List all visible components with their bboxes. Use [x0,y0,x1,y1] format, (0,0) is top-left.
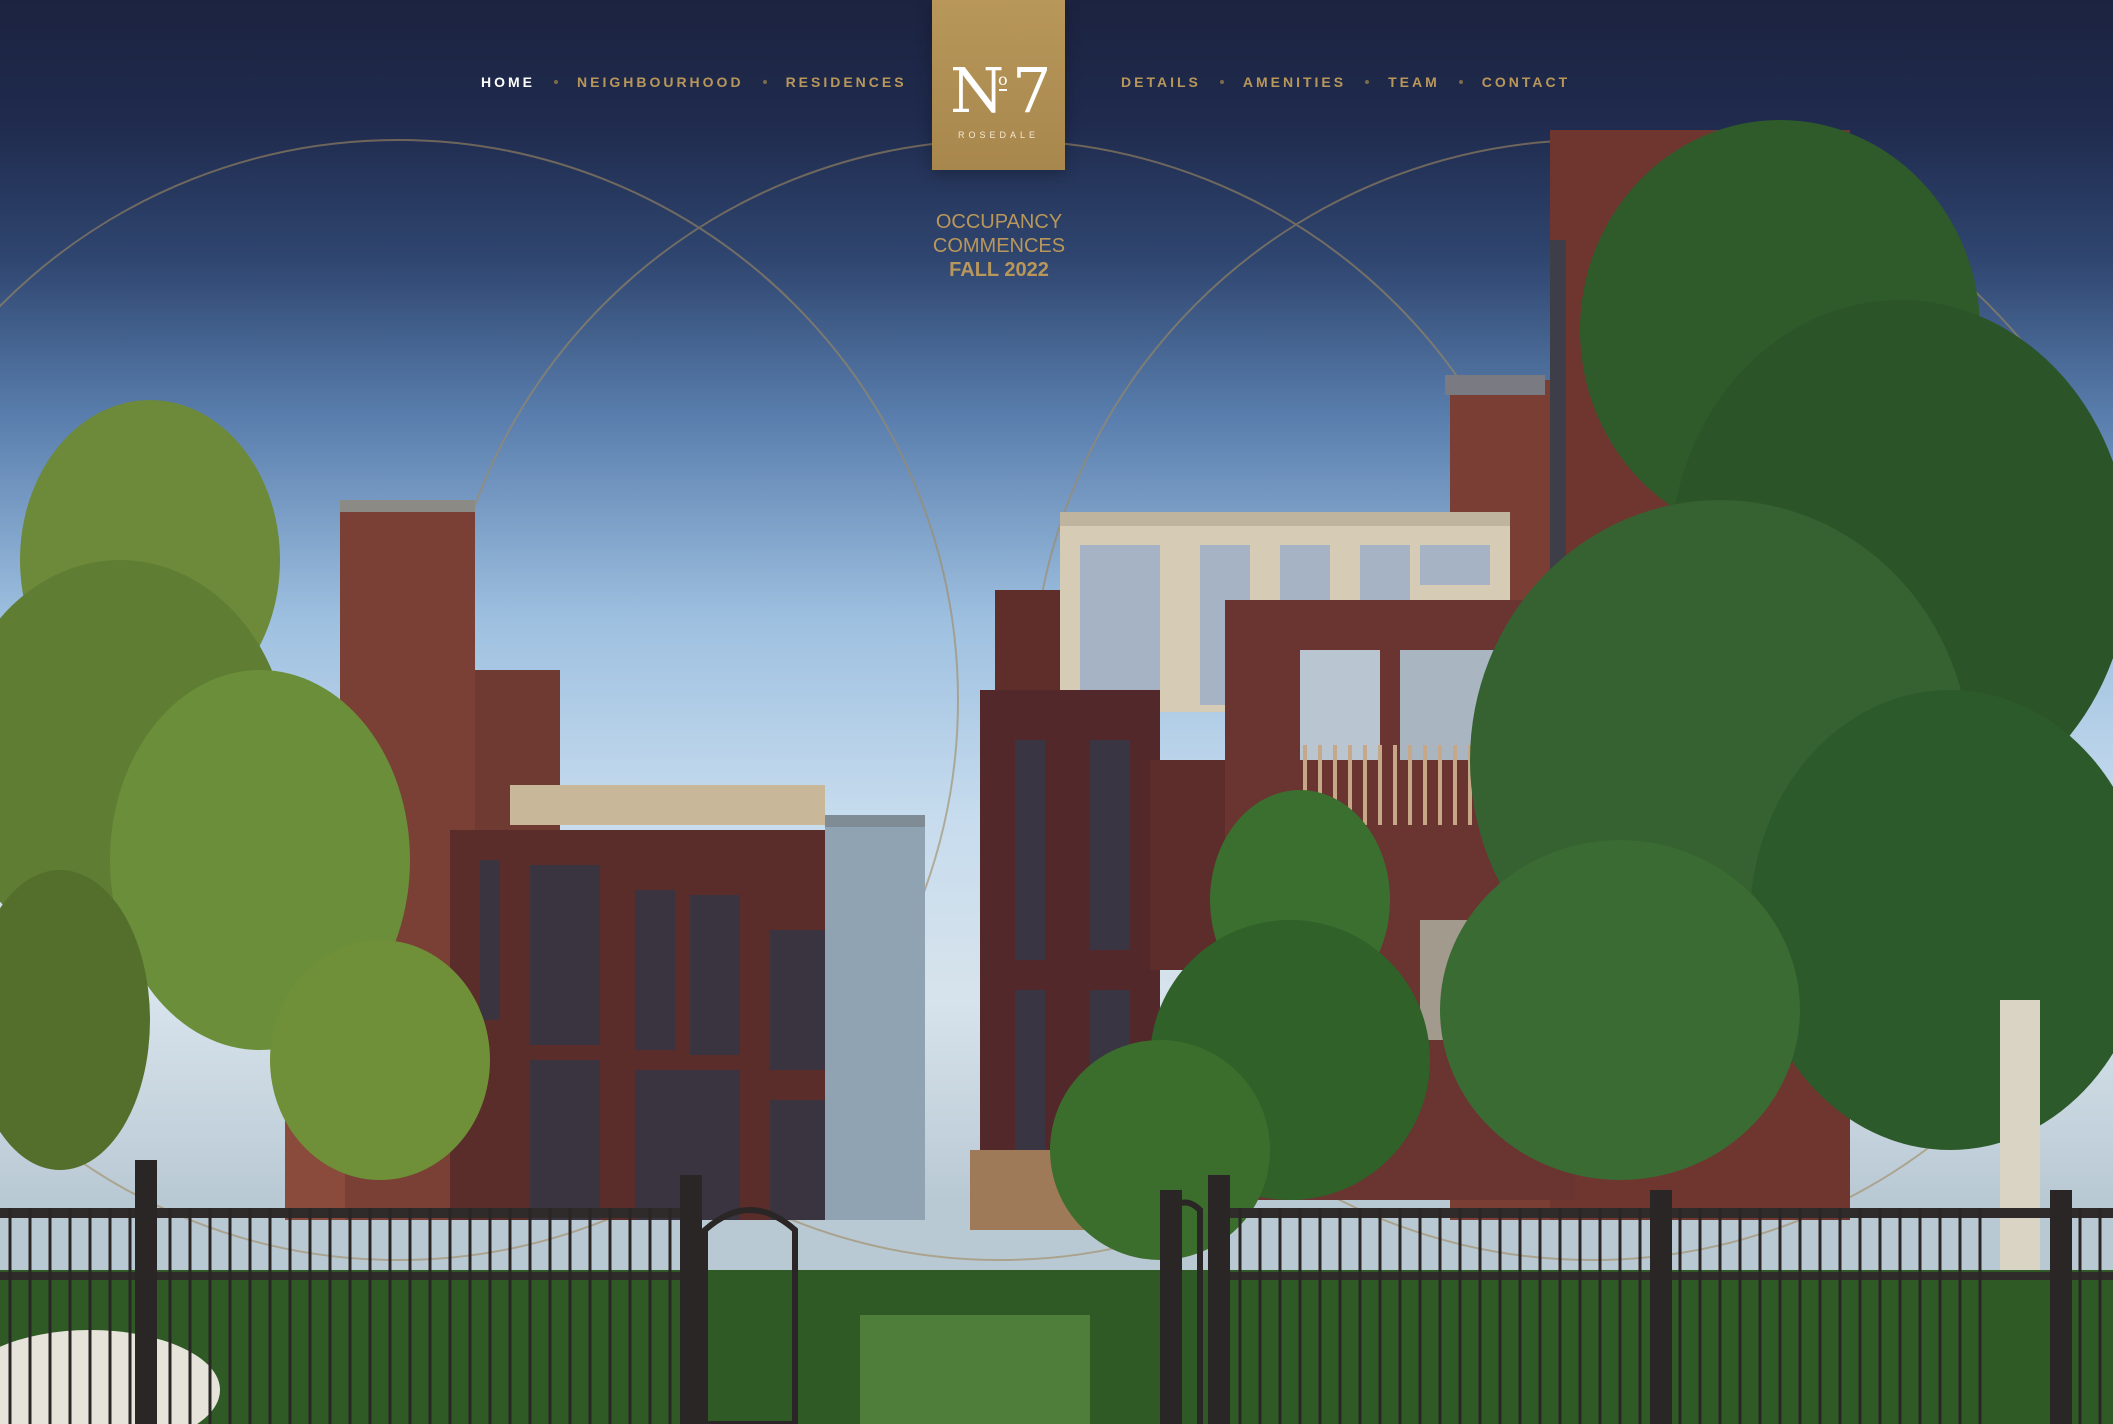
nav-amenities-link[interactable]: AMENITIES [1243,72,1346,92]
nav-separator-dot [554,80,558,84]
occupancy-line-2: COMMENCES [932,235,1066,257]
nav-residences-link[interactable]: RESIDENCES [786,72,907,92]
nav-team-link[interactable]: TEAM [1388,72,1440,92]
nav-separator-dot [1458,80,1463,84]
nav-separator-dot [1219,80,1224,84]
hedge [0,1270,2113,1424]
nav-home-link[interactable]: HOME [481,72,535,92]
occupancy-line-1: OCCUPANCY [935,211,1063,233]
logo-superscript-o: o [998,70,1008,91]
nav-left-group: HOME NEIGHBOURHOOD RESIDENCES [481,72,907,92]
occupancy-announcement: OCCUPANCY COMMENCES FALL 2022 [880,210,1118,282]
nav-separator-dot [1365,80,1370,84]
nav-separator-dot [762,80,767,84]
logo-number: 7 [1012,54,1052,127]
occupancy-date: FALL 2022 [949,259,1049,281]
nav-right-group: DETAILS AMENITIES TEAM CONTACT [1121,72,1570,92]
logo-letter-n: N [950,54,1005,127]
logo-subtitle: ROSEDALE [957,130,1040,140]
nav-neighbourhood-link[interactable]: NEIGHBOURHOOD [577,72,744,92]
nav-contact-link[interactable]: CONTACT [1482,72,1570,92]
brand-logo[interactable]: N o 7 ROSEDALE [932,0,1065,170]
nav-details-link[interactable]: DETAILS [1121,72,1201,92]
hero-section: HOME NEIGHBOURHOOD RESIDENCES DETAILS AM… [0,0,2113,1424]
